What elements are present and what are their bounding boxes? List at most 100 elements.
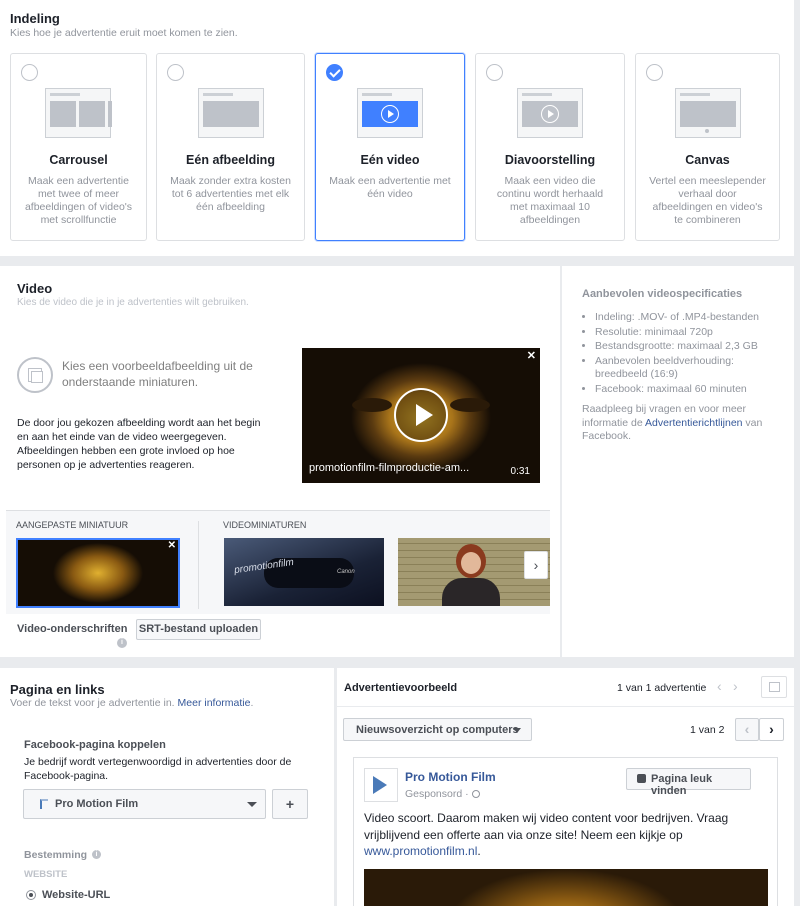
destination-label: Bestemming	[24, 849, 88, 861]
placement-label: Nieuwsoverzicht op computers	[356, 724, 519, 736]
external-link-icon[interactable]	[761, 676, 787, 698]
chevron-down-icon	[513, 728, 521, 733]
format-option-single-image[interactable]: Eén afbeelding Maak zonder extra kosten …	[156, 53, 305, 241]
placement-dropdown[interactable]: Nieuwsoverzicht op computers	[343, 718, 532, 741]
layout-title: Indeling	[10, 11, 60, 26]
slideshow-icon	[517, 88, 583, 138]
video-title: Video	[17, 281, 53, 296]
spec-item: Aanbevolen beeldverhouding: breedbeeld (…	[595, 355, 775, 382]
format-title: Eén afbeelding	[186, 153, 275, 167]
play-icon	[541, 105, 559, 123]
like-page-button[interactable]: Pagina leuk vinden	[626, 768, 751, 797]
page-links-subtitle: Voer de tekst voor je advertentie in. Me…	[10, 697, 253, 709]
video-subtitle: Kies de video die je in je advertenties …	[17, 297, 249, 308]
prev-ad-icon[interactable]: ‹	[717, 678, 722, 694]
play-button[interactable]	[394, 388, 448, 442]
preview-panel: Advertentievoorbeeld 1 van 1 advertentie…	[337, 668, 794, 906]
close-icon[interactable]: ✕	[527, 349, 536, 362]
format-desc: Maak een advertentie met één video	[329, 175, 451, 200]
preview-count: 1 van 1 advertentie	[617, 682, 707, 694]
website-url-radio[interactable]	[26, 890, 36, 900]
next-ad-icon[interactable]: ›	[733, 678, 738, 694]
specs-title: Aanbevolen videospecificaties	[582, 288, 743, 300]
video-thumbnail[interactable]: promotionfilm Canon	[224, 538, 384, 606]
ad-page-name[interactable]: Pro Motion Film	[405, 770, 496, 784]
spec-item: Resolutie: minimaal 720p	[595, 326, 775, 340]
info-icon: i	[117, 638, 127, 648]
ad-video-preview[interactable]	[364, 869, 768, 906]
ad-body-text: Video scoort. Daarom maken wij video con…	[364, 811, 729, 842]
image-picker-icon	[17, 357, 53, 393]
radio-single-video[interactable]	[326, 64, 343, 81]
page-select[interactable]: Pro Motion Film	[23, 789, 266, 819]
chevron-down-icon	[247, 802, 257, 807]
spec-item: Facebook: maximaal 60 minuten	[595, 383, 775, 397]
video-duration: 0:31	[510, 466, 530, 477]
page-avatar[interactable]	[364, 768, 398, 802]
format-desc: Vertel een meeslepender verhaal door afb…	[649, 175, 766, 226]
like-page-label: Pagina leuk vinden	[651, 773, 713, 797]
radio-single-image[interactable]	[167, 64, 184, 81]
preview-page-count: 1 van 2	[690, 724, 725, 736]
srt-upload-button[interactable]: SRT-bestand uploaden	[136, 619, 261, 640]
thumb-prompt: Kies een voorbeeldafbeelding uit de onde…	[62, 359, 253, 389]
custom-thumbnail[interactable]: ✕	[16, 538, 180, 608]
play-icon	[381, 105, 399, 123]
ad-preview-card: Pro Motion Film Gesponsord · Pagina leuk…	[353, 757, 778, 906]
thumbnail-strip: AANGEPASTE MINIATUUR VIDEOMINIATUREN ✕ p…	[6, 510, 550, 614]
format-title: Canvas	[685, 153, 730, 167]
page-links-title: Pagina en links	[10, 682, 105, 697]
info-icon: i	[92, 850, 101, 859]
format-desc: Maak zonder extra kosten tot 6 advertent…	[170, 175, 291, 213]
ad-text: Video scoort. Daarom maken wij video con…	[364, 810, 764, 860]
layout-panel: Indeling Kies hoe je advertentie eruit m…	[0, 0, 794, 256]
fb-page-label: Facebook-pagina koppelen	[24, 739, 166, 751]
video-thumbs-label: VIDEOMINIATUREN	[223, 520, 307, 530]
captions-label: Video-onderschriften	[17, 623, 128, 635]
website-url-label: Website-URL	[42, 889, 111, 901]
video-filename: promotionfilm-filmproductie-am...	[309, 462, 470, 474]
fb-page-desc: Je bedrijf wordt vertegenwoordigd in adv…	[24, 756, 292, 782]
specs-panel: Aanbevolen videospecificaties Indeling: …	[562, 266, 794, 657]
format-option-carousel[interactable]: Carrousel Maak een advertentie met twee …	[10, 53, 147, 241]
canvas-icon	[675, 88, 741, 138]
format-option-single-video[interactable]: Eén video Maak een advertentie met één v…	[315, 53, 465, 241]
next-thumbs-button[interactable]: ›	[524, 551, 548, 579]
format-desc: Maak een video die continu wordt herhaal…	[496, 175, 604, 226]
add-page-button[interactable]: +	[272, 789, 308, 819]
radio-carousel[interactable]	[21, 64, 38, 81]
page-links-panel: Pagina en links Voer de tekst voor je ad…	[0, 668, 334, 906]
camera-brand: Canon	[337, 569, 355, 575]
selected-page: Pro Motion Film	[55, 798, 139, 810]
ad-link[interactable]: www.promotionfilm.nl	[364, 844, 477, 858]
spec-item: Bestandsgrootte: maximaal 2,3 GB	[595, 340, 775, 354]
custom-thumb-label: AANGEPASTE MINIATUUR	[16, 520, 129, 530]
specs-note: Raadpleeg bij vragen en voor meer inform…	[582, 403, 772, 444]
layout-subtitle: Kies hoe je advertentie eruit moet komen…	[10, 27, 238, 39]
specs-list: Indeling: .MOV- of .MP4-bestanden Resolu…	[595, 311, 775, 397]
format-title: Eén video	[360, 153, 420, 167]
video-panel: Video Kies de video die je in je adverte…	[0, 266, 560, 657]
spec-item: Indeling: .MOV- of .MP4-bestanden	[595, 311, 775, 325]
play-icon	[416, 404, 433, 426]
prev-page-button[interactable]: ‹	[735, 718, 759, 741]
format-title: Diavoorstelling	[504, 153, 596, 167]
ad-link-end: .	[477, 844, 481, 858]
thumbs-up-icon	[637, 774, 646, 783]
single-video-icon	[357, 88, 423, 138]
next-page-button[interactable]: ›	[759, 718, 784, 741]
close-icon[interactable]: ✕	[168, 540, 176, 551]
subtitle-end: .	[250, 697, 254, 709]
website-label: WEBSITE	[24, 869, 68, 880]
format-desc: Maak een advertentie met twee of meer af…	[24, 175, 133, 226]
radio-canvas[interactable]	[646, 64, 663, 81]
radio-slideshow[interactable]	[486, 64, 503, 81]
format-option-canvas[interactable]: Canvas Vertel een meeslepender verhaal d…	[635, 53, 780, 241]
guidelines-link[interactable]: Advertentierichtlijnen	[645, 417, 742, 429]
globe-icon	[471, 790, 480, 799]
video-player[interactable]: ✕ promotionfilm-filmproductie-am... 0:31	[302, 348, 540, 483]
more-info-link[interactable]: Meer informatie	[178, 697, 251, 709]
single-image-icon	[198, 88, 264, 138]
format-title: Carrousel	[49, 153, 108, 167]
format-option-slideshow[interactable]: Diavoorstelling Maak een video die conti…	[475, 53, 625, 241]
